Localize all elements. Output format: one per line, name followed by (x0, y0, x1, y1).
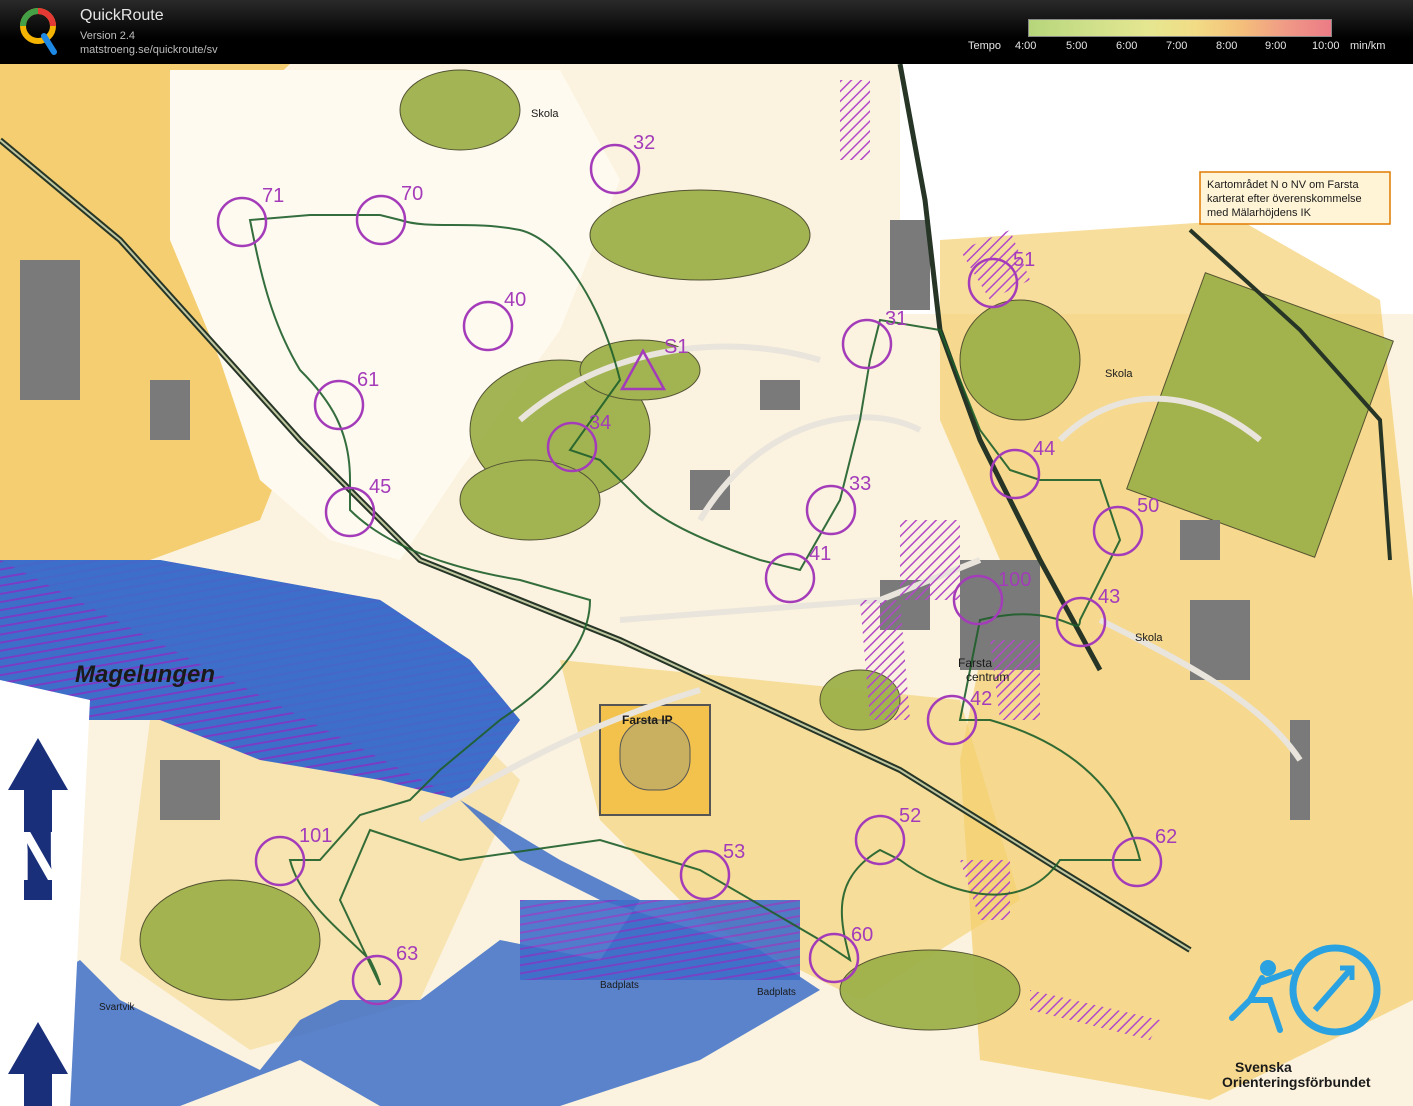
control-number: 52 (899, 805, 921, 827)
bath-label: Badplats (600, 980, 639, 991)
quickroute-logo-icon (20, 8, 57, 55)
lake-label: Magelungen (75, 661, 215, 688)
tempo-color-scale (1028, 19, 1332, 37)
school-label: Skola (1135, 632, 1163, 644)
stadium-label: Farsta IP (622, 713, 673, 727)
app-url: matstroeng.se/quickroute/sv (80, 44, 218, 56)
control-number: 71 (262, 185, 284, 207)
bath-label: Badplats (757, 987, 796, 998)
control-number: 44 (1033, 438, 1055, 460)
app-name: QuickRoute (80, 7, 164, 24)
tempo-tick: 8:00 (1216, 40, 1238, 52)
control-number: 34 (589, 412, 611, 434)
control-number: 60 (851, 924, 873, 946)
control-number: 62 (1155, 826, 1177, 848)
svg-text:N: N (14, 817, 65, 895)
control-number: 51 (1013, 249, 1035, 271)
tempo-tick: 6:00 (1116, 40, 1138, 52)
control-number: 41 (809, 543, 831, 565)
app-version: Version 2.4 (80, 30, 136, 42)
control-number: 45 (369, 476, 391, 498)
place-label: Svartvik (99, 1002, 136, 1013)
school-label: Skola (531, 108, 559, 120)
control-number: 100 (998, 569, 1031, 591)
control-number: 53 (723, 841, 745, 863)
control-number: 33 (849, 473, 871, 495)
note-line: Kartområdet N o NV om Farsta (1207, 179, 1359, 191)
federation-name: Orienteringsförbundet (1222, 1074, 1371, 1090)
center-label: Farsta (958, 656, 992, 670)
orienteering-map[interactable]: 71 70 32 40 61 34 45 41 33 31 51 44 50 1… (0, 64, 1413, 1106)
center-label: centrum (966, 670, 1009, 684)
tempo-tick: 9:00 (1265, 40, 1287, 52)
tempo-tick: 4:00 (1015, 40, 1037, 52)
federation-name: Svenska (1235, 1059, 1292, 1075)
start-label: S1 (664, 336, 688, 358)
control-number: 40 (504, 289, 526, 311)
school-label: Skola (1105, 368, 1133, 380)
water-restricted (520, 900, 800, 980)
control-number: 32 (633, 132, 655, 154)
control-number: 43 (1098, 586, 1120, 608)
control-number: 63 (396, 943, 418, 965)
note-line: med Mälarhöjdens IK (1207, 207, 1312, 219)
control-number: 70 (401, 183, 423, 205)
control-number: 42 (970, 688, 992, 710)
tempo-label: Tempo (968, 40, 1002, 52)
tempo-unit: min/km (1350, 40, 1386, 52)
running-track (619, 719, 691, 791)
header-bar: QuickRoute Version 2.4 matstroeng.se/qui… (0, 0, 1413, 64)
control-number: 61 (357, 369, 379, 391)
tempo-tick: 7:00 (1166, 40, 1188, 52)
control-number: 31 (885, 308, 907, 330)
tempo-tick: 10:00 (1312, 40, 1340, 52)
note-line: karterat efter överenskommelse (1207, 193, 1362, 205)
control-number: 101 (299, 825, 332, 847)
control-number: 50 (1137, 495, 1159, 517)
tempo-tick: 5:00 (1066, 40, 1088, 52)
